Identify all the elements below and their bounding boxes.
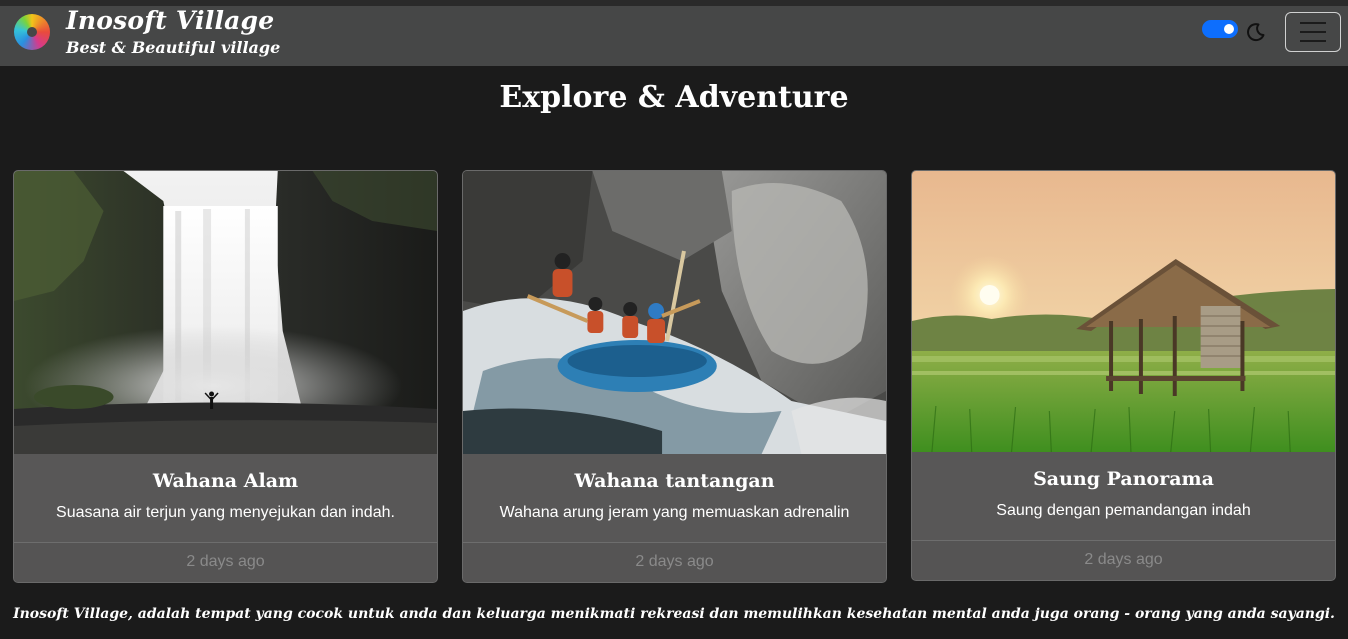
logo-icon[interactable] xyxy=(14,14,50,50)
hamburger-icon-bar xyxy=(1300,40,1326,42)
card-title: Saung Panorama xyxy=(1033,468,1214,490)
card-wahana-alam[interactable]: Wahana Alam Suasana air terjun yang meny… xyxy=(13,170,438,583)
footer-description: Inosoft Village, adalah tempat yang coco… xyxy=(13,606,1335,622)
card-footer-timestamp: 2 days ago xyxy=(912,540,1335,580)
hamburger-icon-bar xyxy=(1300,22,1326,24)
brand-title[interactable]: Inosoft Village xyxy=(66,6,274,35)
card-text: Suasana air terjun yang menyejukan dan i… xyxy=(56,504,395,521)
waterfall-photo xyxy=(14,171,437,454)
theme-toggle[interactable] xyxy=(1202,20,1238,38)
brand-subtitle: Best & Beautiful village xyxy=(66,38,281,57)
hamburger-icon-bar xyxy=(1300,31,1326,33)
card-title: Wahana Alam xyxy=(152,470,299,492)
card-wahana-tantangan[interactable]: Wahana tantangan Wahana arung jeram yang… xyxy=(462,170,887,583)
moon-icon[interactable] xyxy=(1246,22,1266,42)
card-footer-timestamp: 2 days ago xyxy=(14,542,437,582)
rice-field-hut-photo xyxy=(912,171,1335,452)
card-saung-panorama[interactable]: Saung Panorama Saung dengan pemandangan … xyxy=(911,170,1336,581)
card-title: Wahana tantangan xyxy=(574,470,775,492)
section-title: Explore & Adventure xyxy=(499,80,849,115)
card-text: Saung dengan pemandangan indah xyxy=(996,502,1251,519)
menu-toggle-button[interactable] xyxy=(1285,12,1341,52)
card-text: Wahana arung jeram yang memuaskan adrena… xyxy=(499,504,850,521)
rafting-photo xyxy=(463,171,886,454)
card-footer-timestamp: 2 days ago xyxy=(463,542,886,582)
navbar: Inosoft Village Best & Beautiful village xyxy=(0,6,1348,66)
